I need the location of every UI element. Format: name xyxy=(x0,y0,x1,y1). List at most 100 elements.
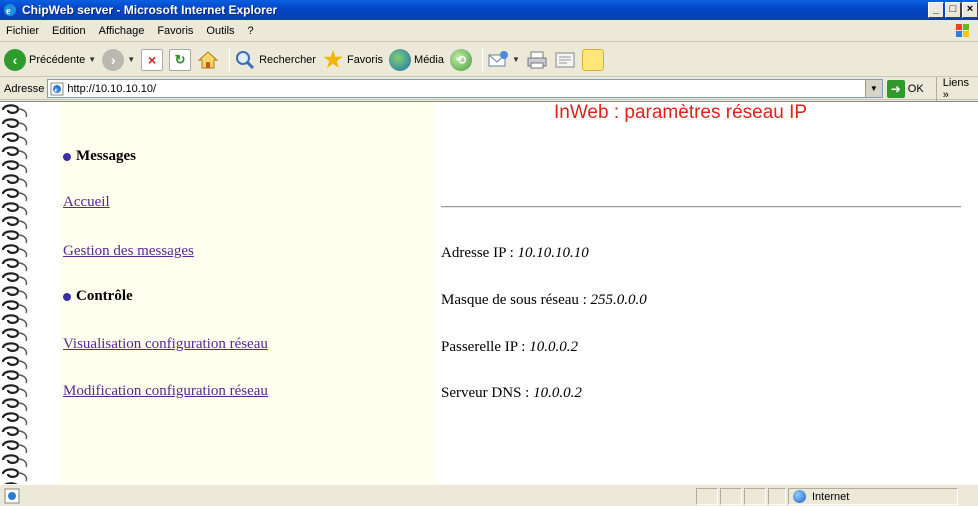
edit-page-icon xyxy=(554,49,576,71)
visualisation-config-link[interactable]: Visualisation configuration réseau xyxy=(63,336,268,353)
refresh-icon: ↻ xyxy=(169,48,192,71)
messages-heading: Messages xyxy=(63,148,136,165)
search-icon xyxy=(234,49,256,71)
edit-button[interactable] xyxy=(554,49,576,71)
main-frame: InWeb : paramètres réseau IP Adresse IP … xyxy=(436,102,961,485)
maximize-button[interactable]: □ xyxy=(945,2,961,18)
home-button[interactable] xyxy=(197,49,219,71)
favorites-button[interactable]: ★ Favoris xyxy=(322,46,384,72)
divider xyxy=(441,206,961,208)
address-field[interactable]: e ▼ xyxy=(47,79,883,98)
back-button[interactable]: ‹ Précédente ▼ xyxy=(4,48,97,71)
status-cell xyxy=(768,488,786,505)
favorites-label: Favoris xyxy=(346,53,384,66)
printer-icon xyxy=(526,49,548,71)
chevron-down-icon: ▼ xyxy=(88,55,97,64)
zone-label: Internet xyxy=(812,490,850,503)
gateway-value: 10.0.0.2 xyxy=(529,339,578,355)
menu-affichage[interactable]: Affichage xyxy=(99,25,145,37)
ip-value: 10.10.10.10 xyxy=(517,245,589,261)
ip-label: Adresse IP : xyxy=(441,245,518,261)
dns-value: 10.0.0.2 xyxy=(533,385,582,401)
controle-heading: Contrôle xyxy=(63,288,133,305)
note-icon xyxy=(581,48,604,71)
toolbar-separator xyxy=(229,47,231,72)
windows-logo-icon xyxy=(954,22,972,40)
dns-label: Serveur DNS : xyxy=(441,385,534,401)
gestion-messages-link[interactable]: Gestion des messages xyxy=(63,243,194,260)
status-cell xyxy=(744,488,766,505)
modification-config-link[interactable]: Modification configuration réseau xyxy=(63,383,268,400)
home-icon xyxy=(197,49,219,71)
print-button[interactable] xyxy=(526,49,548,71)
menu-help[interactable]: ? xyxy=(248,25,254,37)
stop-button[interactable]: × xyxy=(141,48,164,71)
menu-favoris[interactable]: Favoris xyxy=(157,25,193,37)
media-button[interactable]: Média xyxy=(389,48,444,71)
window-controls: _ □ × xyxy=(927,2,978,18)
toolbar: ‹ Précédente ▼ › ▼ × ↻ Rechercher ★ Favo… xyxy=(0,43,978,77)
globe-icon xyxy=(793,490,806,503)
accueil-link[interactable]: Accueil xyxy=(63,194,110,211)
svg-text:e: e xyxy=(6,6,11,17)
bullet-icon xyxy=(63,292,71,301)
svg-text:e: e xyxy=(55,86,58,94)
bullet-icon xyxy=(63,152,71,161)
ie-icon: e xyxy=(2,2,18,18)
back-label: Précédente xyxy=(29,53,86,66)
dns-row: Serveur DNS : 10.0.0.2 xyxy=(441,385,582,402)
messenger-button[interactable] xyxy=(581,48,604,71)
gateway-row: Passerelle IP : 10.0.0.2 xyxy=(441,339,578,356)
forward-button[interactable]: › ▼ xyxy=(102,48,136,71)
status-cell xyxy=(696,488,718,505)
links-button[interactable]: Liens » xyxy=(935,76,978,101)
status-bar: Internet xyxy=(0,484,978,506)
close-button[interactable]: × xyxy=(962,2,978,18)
page-status-icon xyxy=(4,488,20,504)
controle-heading-text: Contrôle xyxy=(76,288,133,304)
star-icon: ★ xyxy=(323,46,343,72)
mask-value: 255.0.0.0 xyxy=(590,292,647,308)
url-input[interactable] xyxy=(67,82,848,95)
address-bar: Adresse e ▼ ➜ OK Liens » xyxy=(0,76,978,101)
minimize-button[interactable]: _ xyxy=(928,2,944,18)
security-zone: Internet xyxy=(788,488,958,505)
links-label: Liens xyxy=(942,76,969,89)
menu-edition[interactable]: Edition xyxy=(52,25,86,37)
page-title: InWeb : paramètres réseau IP xyxy=(554,102,808,123)
address-label: Adresse xyxy=(4,82,45,95)
mask-label: Masque de sous réseau : xyxy=(441,292,591,308)
menu-outils[interactable]: Outils xyxy=(206,25,234,37)
window-title: ChipWeb server - Microsoft Internet Expl… xyxy=(22,3,278,17)
spiral-binding-image xyxy=(0,102,60,485)
toolbar-separator xyxy=(482,47,483,72)
gateway-label: Passerelle IP : xyxy=(441,339,530,355)
go-button[interactable]: ➜ OK xyxy=(886,79,924,98)
search-button[interactable]: Rechercher xyxy=(234,49,316,71)
address-dropdown-icon[interactable]: ▼ xyxy=(864,80,882,97)
stop-icon: × xyxy=(141,48,164,71)
status-cell xyxy=(720,488,742,505)
menu-fichier[interactable]: Fichier xyxy=(6,25,39,37)
browser-content: Messages Accueil Gestion des messages Co… xyxy=(0,101,978,485)
navigation-frame: Messages Accueil Gestion des messages Co… xyxy=(0,102,436,485)
forward-arrow-icon: › xyxy=(102,48,125,71)
search-label: Rechercher xyxy=(259,53,316,66)
chevron-down-icon: ▼ xyxy=(127,55,136,64)
menu-bar: Fichier Edition Affichage Favoris Outils… xyxy=(0,20,978,42)
go-label: OK xyxy=(907,82,924,95)
ip-address-row: Adresse IP : 10.10.10.10 xyxy=(441,245,589,262)
chevron-down-icon: ▼ xyxy=(512,55,520,64)
title-bar: e ChipWeb server - Microsoft Internet Ex… xyxy=(0,0,978,20)
back-arrow-icon: ‹ xyxy=(4,48,26,71)
mail-icon xyxy=(487,49,509,71)
page-icon: e xyxy=(50,82,64,96)
mail-button[interactable]: ▼ xyxy=(487,49,520,71)
go-arrow-icon: ➜ xyxy=(886,79,905,98)
media-icon xyxy=(389,48,412,71)
media-label: Média xyxy=(414,53,444,66)
refresh-button[interactable]: ↻ xyxy=(169,48,192,71)
messages-heading-text: Messages xyxy=(76,148,136,164)
history-icon: ⟲ xyxy=(450,48,472,71)
history-button[interactable]: ⟲ xyxy=(450,48,472,71)
